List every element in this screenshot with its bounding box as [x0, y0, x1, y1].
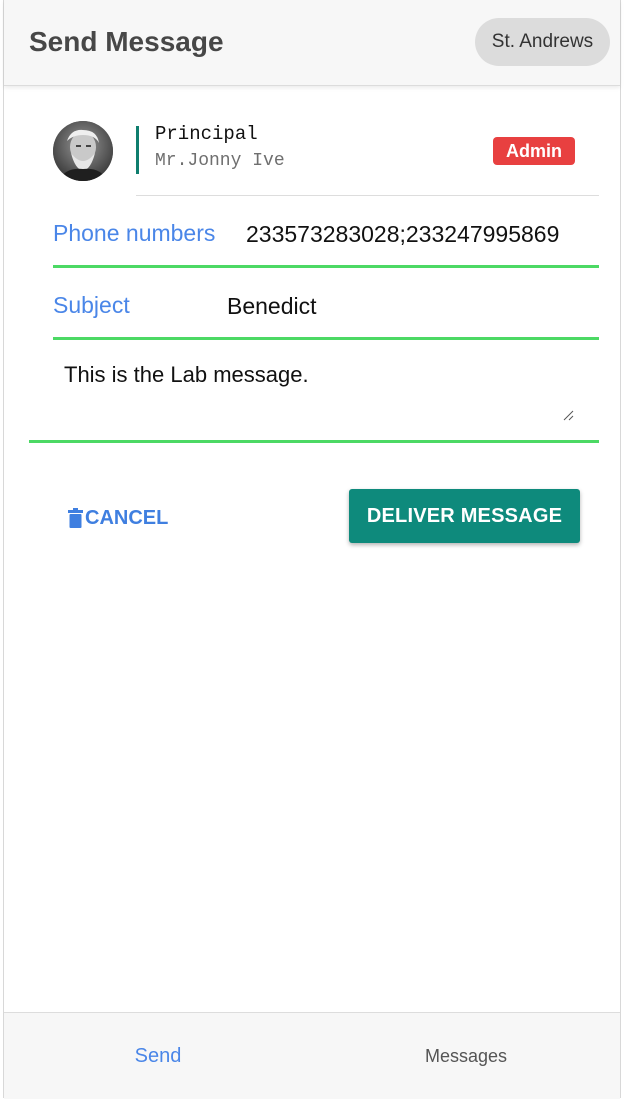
subject-underline: [53, 337, 599, 340]
page-title: Send Message: [29, 26, 224, 57]
profile-name: Mr.Jonny Ive: [155, 151, 285, 171]
cancel-label: CANCEL: [85, 506, 169, 529]
phone-numbers-input[interactable]: [246, 220, 576, 248]
subject-label: Subject: [53, 292, 130, 318]
admin-badge: Admin: [493, 137, 575, 165]
message-textarea[interactable]: This is the Lab message.: [64, 362, 578, 422]
message-underline: [29, 440, 599, 443]
cancel-button[interactable]: CANCEL: [68, 504, 168, 532]
top-app-bar: Send Message St. Andrews: [4, 0, 620, 86]
tab-send[interactable]: Send: [4, 1013, 312, 1099]
resize-handle-icon[interactable]: [562, 409, 574, 421]
profile-divider: [136, 195, 599, 196]
profile-accent-bar: [136, 126, 139, 174]
trash-icon: [68, 508, 83, 528]
tab-messages[interactable]: Messages: [312, 1013, 620, 1099]
avatar: [53, 121, 113, 181]
deliver-message-button[interactable]: DELIVER MESSAGE: [349, 489, 580, 543]
bottom-tab-bar: Send Messages: [4, 1012, 620, 1099]
app-frame: Send Message St. Andrews Principal Mr.Jo…: [3, 0, 621, 1099]
phone-numbers-underline: [53, 265, 599, 268]
avatar-photo-icon: [53, 121, 113, 181]
subject-input[interactable]: [227, 292, 577, 320]
school-chip[interactable]: St. Andrews: [475, 18, 610, 66]
profile-role: Principal: [155, 123, 258, 145]
phone-numbers-label: Phone numbers: [53, 220, 216, 246]
